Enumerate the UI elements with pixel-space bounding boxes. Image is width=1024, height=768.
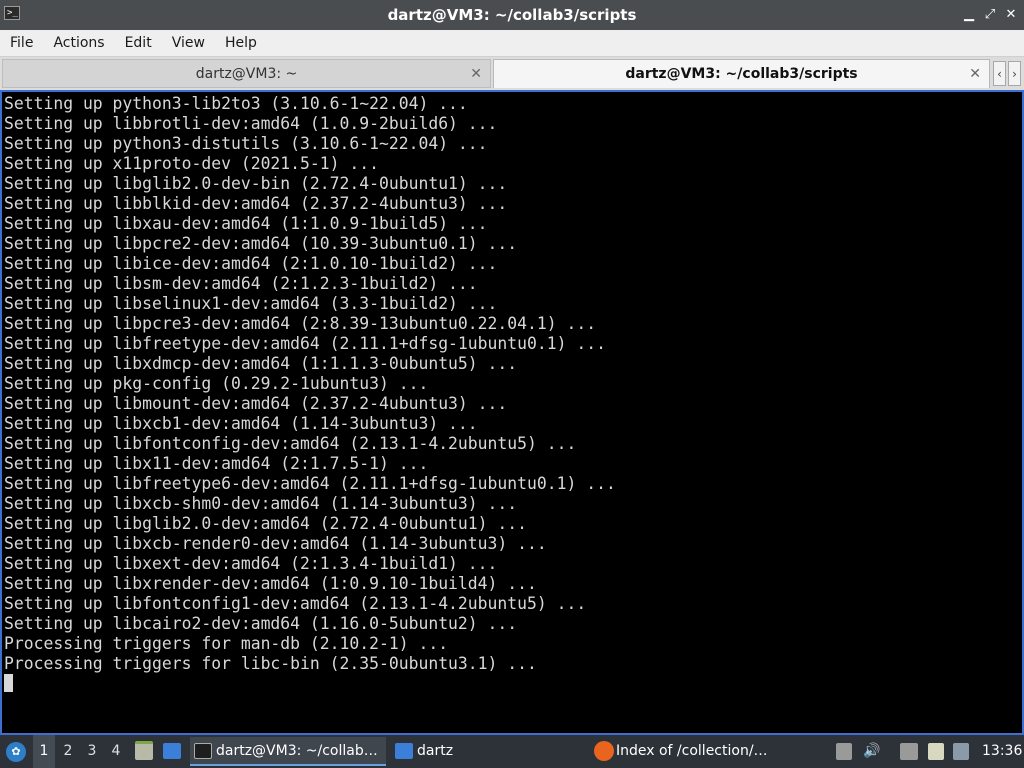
tab-scroll-left-icon[interactable]: ‹	[993, 61, 1006, 86]
file-manager-launcher-icon[interactable]	[135, 741, 153, 760]
clipboard-icon[interactable]	[836, 743, 852, 760]
menu-help[interactable]: Help	[215, 30, 267, 56]
terminal-line: Setting up libglib2.0-dev-bin (2.72.4-0u…	[4, 174, 508, 193]
terminal-line: Setting up libice-dev:amd64 (2:1.0.10-1b…	[4, 254, 498, 273]
minimize-button[interactable]: ▁	[960, 5, 978, 25]
terminal-line: Setting up libxext-dev:amd64 (2:1.3.4-1b…	[4, 554, 498, 573]
terminal-line: Setting up libxrender-dev:amd64 (1:0.9.1…	[4, 574, 537, 593]
menu-actions[interactable]: Actions	[43, 30, 114, 56]
workspace-2[interactable]: 2	[57, 735, 79, 768]
terminal-line: Setting up libmount-dev:amd64 (2.37.2-4u…	[4, 394, 508, 413]
terminal-line: Setting up python3-distutils (3.10.6-1~2…	[4, 134, 488, 153]
terminal-line: Processing triggers for man-db (2.10.2-1…	[4, 634, 449, 653]
task-folder[interactable]: dartz	[391, 737, 587, 766]
tab-label: dartz@VM3: ~/collab3/scripts	[625, 66, 858, 82]
notes-icon[interactable]	[928, 743, 944, 760]
terminal-line: Setting up x11proto-dev (2021.5-1) ...	[4, 154, 379, 173]
close-button[interactable]: ✕	[1002, 5, 1020, 25]
terminal-line: Setting up libpcre2-dev:amd64 (10.39-3ub…	[4, 234, 518, 253]
tab-scroll-right-icon[interactable]: ›	[1008, 61, 1021, 86]
terminal-line: Setting up python3-lib2to3 (3.10.6-1~22.…	[4, 94, 468, 113]
window-titlebar[interactable]: >_ dartz@VM3: ~/collab3/scripts ▁ ⤢ ✕	[0, 0, 1024, 30]
tab-close-icon[interactable]: ✕	[969, 60, 981, 89]
terminal-line: Setting up libxdmcp-dev:amd64 (1:1.1.3-0…	[4, 354, 518, 373]
terminal-line: Setting up libx11-dev:amd64 (2:1.7.5-1) …	[4, 454, 429, 473]
show-desktop-icon[interactable]	[163, 743, 181, 759]
terminal-lines: Setting up python3-lib2to3 (3.10.6-1~22.…	[4, 94, 616, 674]
tab-label: dartz@VM3: ~	[195, 66, 298, 82]
terminal-cursor	[4, 674, 13, 692]
menu-edit[interactable]: Edit	[115, 30, 162, 56]
folder-icon	[395, 743, 413, 759]
terminal-line: Setting up libxcb-render0-dev:amd64 (1.1…	[4, 534, 547, 553]
terminal-output-area[interactable]: Setting up python3-lib2to3 (3.10.6-1~22.…	[0, 90, 1024, 735]
terminal-line: Setting up libcairo2-dev:amd64 (1.16.0-5…	[4, 614, 518, 633]
menu-bar: File Actions Edit View Help	[0, 30, 1024, 57]
window-title: dartz@VM3: ~/collab3/scripts	[387, 6, 637, 24]
terminal-line: Setting up libfontconfig1-dev:amd64 (2.1…	[4, 594, 587, 613]
terminal-line: Setting up libxcb1-dev:amd64 (1.14-3ubun…	[4, 414, 478, 433]
firefox-icon	[594, 741, 614, 761]
taskbar: ✿ 1 2 3 4 dartz@VM3: ~/collab… dartz Ind…	[0, 735, 1024, 768]
terminal-line: Setting up libfontconfig-dev:amd64 (2.13…	[4, 434, 577, 453]
terminal-line: Setting up libxcb-shm0-dev:amd64 (1.14-3…	[4, 494, 518, 513]
workspace-1[interactable]: 1	[33, 735, 55, 768]
task-firefox[interactable]: Index of /collection/…	[590, 737, 786, 766]
workspace-4[interactable]: 4	[105, 735, 127, 768]
maximize-button[interactable]: ⤢	[981, 5, 999, 25]
volume-icon[interactable]: 🔊	[863, 743, 880, 760]
start-menu-icon[interactable]: ✿	[6, 742, 26, 762]
workspace-3[interactable]: 3	[81, 735, 103, 768]
terminal-icon	[194, 743, 212, 759]
tab-scripts[interactable]: dartz@VM3: ~/collab3/scripts ✕	[493, 59, 990, 88]
tab-home[interactable]: dartz@VM3: ~ ✕	[2, 59, 491, 88]
tab-close-icon[interactable]: ✕	[470, 60, 482, 89]
clock[interactable]: 13:36	[982, 735, 1022, 768]
terminal-line: Setting up libpcre3-dev:amd64 (2:8.39-13…	[4, 314, 597, 333]
task-label: dartz@VM3: ~/collab…	[216, 743, 378, 759]
terminal-line: Setting up libblkid-dev:amd64 (2.37.2-4u…	[4, 194, 508, 213]
terminal-line: Setting up libselinux1-dev:amd64 (3.3-1b…	[4, 294, 498, 313]
task-label: Index of /collection/…	[616, 743, 768, 759]
network-icon[interactable]	[953, 743, 969, 760]
terminal-line: Setting up libfreetype6-dev:amd64 (2.11.…	[4, 474, 616, 493]
tab-bar: dartz@VM3: ~ ✕ dartz@VM3: ~/collab3/scri…	[0, 57, 1024, 90]
task-terminal[interactable]: dartz@VM3: ~/collab…	[190, 737, 386, 766]
terminal-line: Setting up libsm-dev:amd64 (2:1.2.3-1bui…	[4, 274, 478, 293]
task-label: dartz	[417, 743, 454, 759]
terminal-line: Setting up libglib2.0-dev:amd64 (2.72.4-…	[4, 514, 528, 533]
terminal-line: Setting up pkg-config (0.29.2-1ubuntu3) …	[4, 374, 429, 393]
menu-file[interactable]: File	[0, 30, 43, 56]
terminal-line: Setting up libfreetype-dev:amd64 (2.11.1…	[4, 334, 606, 353]
terminal-line: Setting up libxau-dev:amd64 (1:1.0.9-1bu…	[4, 214, 488, 233]
keyboard-icon[interactable]	[900, 743, 918, 760]
terminal-line: Setting up libbrotli-dev:amd64 (1.0.9-2b…	[4, 114, 498, 133]
menu-view[interactable]: View	[162, 30, 215, 56]
terminal-line: Processing triggers for libc-bin (2.35-0…	[4, 654, 537, 673]
